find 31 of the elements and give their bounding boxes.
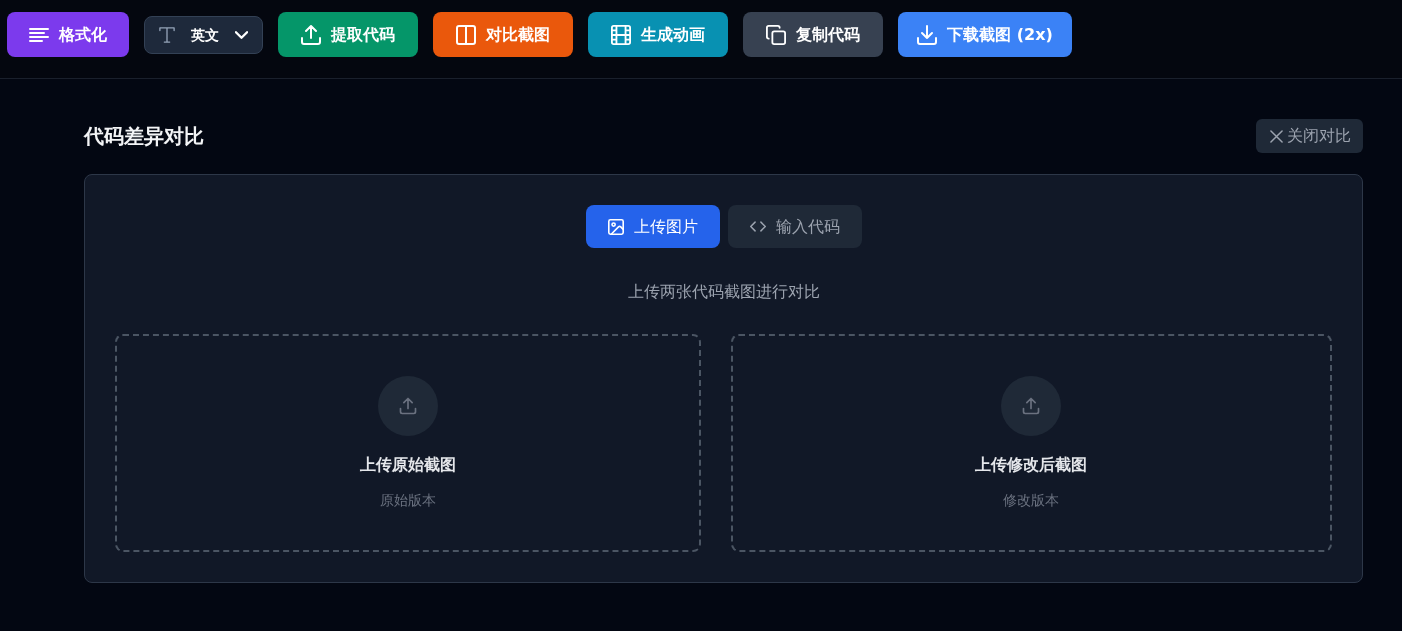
- mode-tab[interactable]: 输入代码: [727, 205, 862, 248]
- close-compare-button[interactable]: 关闭对比: [1256, 119, 1363, 153]
- copy-icon: [766, 24, 786, 45]
- toolbar-button[interactable]: 下载截图 (2x): [898, 12, 1072, 57]
- section-title: 代码差异对比: [84, 124, 204, 148]
- toolbar-button[interactable]: 格式化: [7, 12, 129, 57]
- text-icon: [159, 27, 175, 43]
- chevron-down-icon: [235, 31, 248, 39]
- close-icon: [1270, 129, 1283, 143]
- upload-icon: [1001, 376, 1062, 436]
- image-icon: [607, 218, 624, 235]
- dropzone-subtitle: 修改版本: [1003, 491, 1060, 510]
- dropzone-title: 上传原始截图: [359, 454, 456, 476]
- upload-icon: [377, 376, 438, 436]
- columns-icon: [456, 24, 476, 45]
- code-icon: [749, 221, 766, 232]
- film-icon: [611, 24, 631, 45]
- download-icon: [917, 24, 938, 45]
- dropzone-title: 上传修改后截图: [975, 454, 1088, 476]
- toolbar-button[interactable]: 对比截图: [433, 12, 573, 57]
- upload-icon: [301, 24, 321, 45]
- toolbar-button[interactable]: 复制代码: [743, 12, 883, 57]
- mode-tab[interactable]: 上传图片: [585, 205, 720, 248]
- instruction-text: 上传两张代码截图进行对比: [626, 281, 821, 303]
- toolbar-button[interactable]: 生成动画: [588, 12, 728, 57]
- upload-dropzone[interactable]: 上传原始截图 原始版本: [115, 334, 701, 552]
- lines-icon: [29, 27, 49, 42]
- dropzone-subtitle: 原始版本: [379, 491, 436, 510]
- language-select[interactable]: 英文: [144, 16, 263, 54]
- toolbar-button[interactable]: 提取代码: [278, 12, 418, 57]
- upload-dropzone[interactable]: 上传修改后截图 修改版本: [730, 334, 1332, 552]
